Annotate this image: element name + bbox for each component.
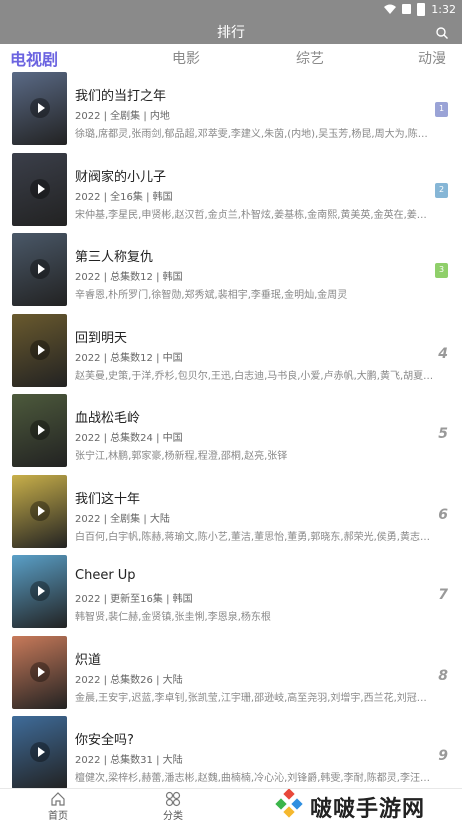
rank-badge: 3 bbox=[435, 263, 448, 278]
item-cast: 宋仲基,李星民,申贤彬,赵汉哲,金贞兰,朴智炫,姜基栋,金南熙,黄美英,金英在,… bbox=[75, 209, 435, 221]
item-title: 回到明天 bbox=[75, 330, 128, 346]
item-title: 第三人称复仇 bbox=[75, 250, 154, 265]
play-icon bbox=[30, 742, 50, 762]
rank-number: 8 bbox=[438, 667, 448, 684]
tab-variety[interactable]: 综艺 bbox=[296, 48, 324, 68]
poster-image[interactable] bbox=[12, 394, 67, 467]
category-tabs: 电视剧 电影 综艺 动漫 bbox=[0, 44, 462, 70]
item-title: 炽道 bbox=[75, 652, 102, 668]
item-cast: 韩智贤,裴仁赫,金贤镇,张圭悧,李恩泉,杨东根 bbox=[75, 612, 271, 623]
search-icon[interactable] bbox=[436, 27, 448, 39]
item-title: 财阀家的小儿子 bbox=[75, 169, 167, 185]
item-cast: 张宁江,林鹏,郭家豪,杨新程,程澄,邵桐,赵亮,张铎 bbox=[75, 451, 288, 462]
poster-image[interactable] bbox=[12, 233, 67, 306]
item-cast: 金晨,王安宇,迟蓝,李卓钊,张凯莹,江宇珊,邵逊岐,高至尧羽,刘增宇,西兰花,刘… bbox=[75, 692, 435, 704]
list-item[interactable]: 你安全吗? 2022 | 总集数31 | 大陆檀健次,梁梓杉,赫蕾,潘志彬,赵魏,… bbox=[0, 716, 462, 796]
nav-category-label: 分类 bbox=[163, 811, 183, 822]
play-icon bbox=[30, 98, 50, 118]
status-icons: 1:32 bbox=[384, 1, 456, 17]
poster-image[interactable] bbox=[12, 72, 67, 145]
item-cast: 檀健次,梁梓杉,赫蕾,潘志彬,赵魏,曲楠楠,冷心沁,刘锋爵,韩雯,李耐,陈都灵,… bbox=[75, 773, 435, 784]
item-meta: 2022 | 总集数12 | 中国 bbox=[75, 352, 183, 364]
item-meta: 2022 | 总集数12 | 韩国 bbox=[75, 272, 183, 283]
poster-image[interactable] bbox=[12, 716, 67, 789]
item-meta: 2022 | 总集数24 | 中国 bbox=[75, 433, 183, 444]
poster-image[interactable] bbox=[12, 152, 67, 226]
rank-badge: 1 bbox=[435, 102, 448, 117]
play-icon bbox=[30, 178, 50, 199]
list-item[interactable]: 第三人称复仇 2022 | 总集数12 | 韩国辛睿恩,朴所罗门,徐智勋,郑秀斌,… bbox=[0, 233, 462, 313]
play-icon bbox=[30, 259, 50, 279]
item-title: 我们这十年 bbox=[75, 491, 141, 507]
item-meta: 2022 | 总集数31 | 大陆 bbox=[75, 755, 183, 766]
item-title: 我们的当打之年 bbox=[75, 89, 167, 104]
item-cast: 白百何,白宇帆,陈赫,蒋瑜文,陈小艺,董洁,董思怡,董勇,郭晓东,郝荣光,侯勇,… bbox=[75, 531, 435, 543]
page-title: 排行 bbox=[217, 25, 245, 41]
tab-movies[interactable]: 电影 bbox=[172, 48, 200, 68]
notification-icon bbox=[402, 4, 412, 14]
rank-number: 5 bbox=[438, 426, 448, 442]
poster-image[interactable] bbox=[12, 474, 67, 548]
site-watermark: 啵啵手游网 bbox=[272, 787, 462, 823]
play-icon bbox=[30, 420, 50, 440]
wifi-icon bbox=[384, 4, 397, 14]
item-meta: 2022 | 更新至16集 | 韩国 bbox=[75, 594, 193, 605]
list-item[interactable]: 回到明天 2022 | 总集数12 | 中国赵芙曼,史策,于洋,乔杉,包贝尔,王迅… bbox=[0, 313, 462, 394]
item-title: 你安全吗? bbox=[75, 733, 134, 748]
rank-number: 4 bbox=[438, 345, 448, 362]
watermark-text: 啵啵手游网 bbox=[310, 797, 426, 822]
poster-image[interactable] bbox=[12, 555, 67, 628]
item-title: 血战松毛岭 bbox=[75, 411, 141, 426]
home-icon bbox=[51, 792, 65, 806]
nav-home-label: 首页 bbox=[48, 811, 68, 822]
item-meta: 2022 | 全16集 | 韩国 bbox=[75, 191, 173, 203]
item-cast: 辛睿恩,朴所罗门,徐智勋,郑秀斌,裴相宇,李垂珉,金明灿,金周灵 bbox=[75, 290, 348, 301]
watermark-logo-icon bbox=[275, 789, 303, 818]
rank-number: 7 bbox=[438, 587, 448, 603]
status-bar: 1:32 bbox=[0, 0, 462, 18]
item-meta: 2022 | 总集数26 | 大陆 bbox=[75, 674, 183, 686]
play-icon bbox=[30, 661, 50, 682]
rank-number: 9 bbox=[438, 748, 448, 764]
item-title: Cheer Up bbox=[75, 568, 136, 583]
rank-number: 6 bbox=[438, 506, 448, 523]
play-icon bbox=[30, 581, 50, 601]
list-item[interactable]: 我们的当打之年 2022 | 全剧集 | 内地徐璐,席都灵,张雨剑,郁品超,邓萃雯… bbox=[0, 72, 462, 152]
list-item[interactable]: 我们这十年 2022 | 全剧集 | 大陆白百何,白宇帆,陈赫,蒋瑜文,陈小艺,董… bbox=[0, 474, 462, 555]
item-cast: 赵芙曼,史策,于洋,乔杉,包贝尔,王迅,白志迪,马书良,小爱,卢赤帆,大鹏,黄飞… bbox=[75, 370, 435, 382]
item-meta: 2022 | 全剧集 | 内地 bbox=[75, 111, 170, 122]
poster-image[interactable] bbox=[12, 635, 67, 709]
tab-tv-series[interactable]: 电视剧 bbox=[10, 46, 58, 70]
title-bar: 排行 bbox=[0, 18, 462, 44]
list-item[interactable]: 炽道 2022 | 总集数26 | 大陆金晨,王安宇,迟蓝,李卓钊,张凯莹,江宇珊… bbox=[0, 635, 462, 716]
status-time: 1:32 bbox=[431, 2, 456, 16]
item-cast: 徐璐,席都灵,张雨剑,郁品超,邓萃雯,李建义,朱茵,(内地),吴玉芳,杨昆,周大… bbox=[75, 129, 435, 140]
nav-category[interactable]: 分类 bbox=[143, 791, 203, 822]
list-item[interactable]: 血战松毛岭 2022 | 总集数24 | 中国张宁江,林鹏,郭家豪,杨新程,程澄,… bbox=[0, 394, 462, 474]
battery-icon bbox=[417, 2, 426, 16]
list-item[interactable]: 财阀家的小儿子 2022 | 全16集 | 韩国宋仲基,李星民,申贤彬,赵汉哲,金… bbox=[0, 152, 462, 233]
nav-home[interactable]: 首页 bbox=[28, 791, 88, 822]
list-item[interactable]: Cheer Up 2022 | 更新至16集 | 韩国韩智贤,裴仁赫,金贤镇,张圭… bbox=[0, 555, 462, 635]
play-icon bbox=[30, 339, 50, 360]
play-icon bbox=[30, 500, 50, 521]
tab-anime[interactable]: 动漫 bbox=[418, 48, 446, 68]
category-icon bbox=[165, 791, 181, 807]
poster-image[interactable] bbox=[12, 313, 67, 387]
rank-badge: 2 bbox=[435, 182, 448, 198]
item-meta: 2022 | 全剧集 | 大陆 bbox=[75, 513, 170, 525]
